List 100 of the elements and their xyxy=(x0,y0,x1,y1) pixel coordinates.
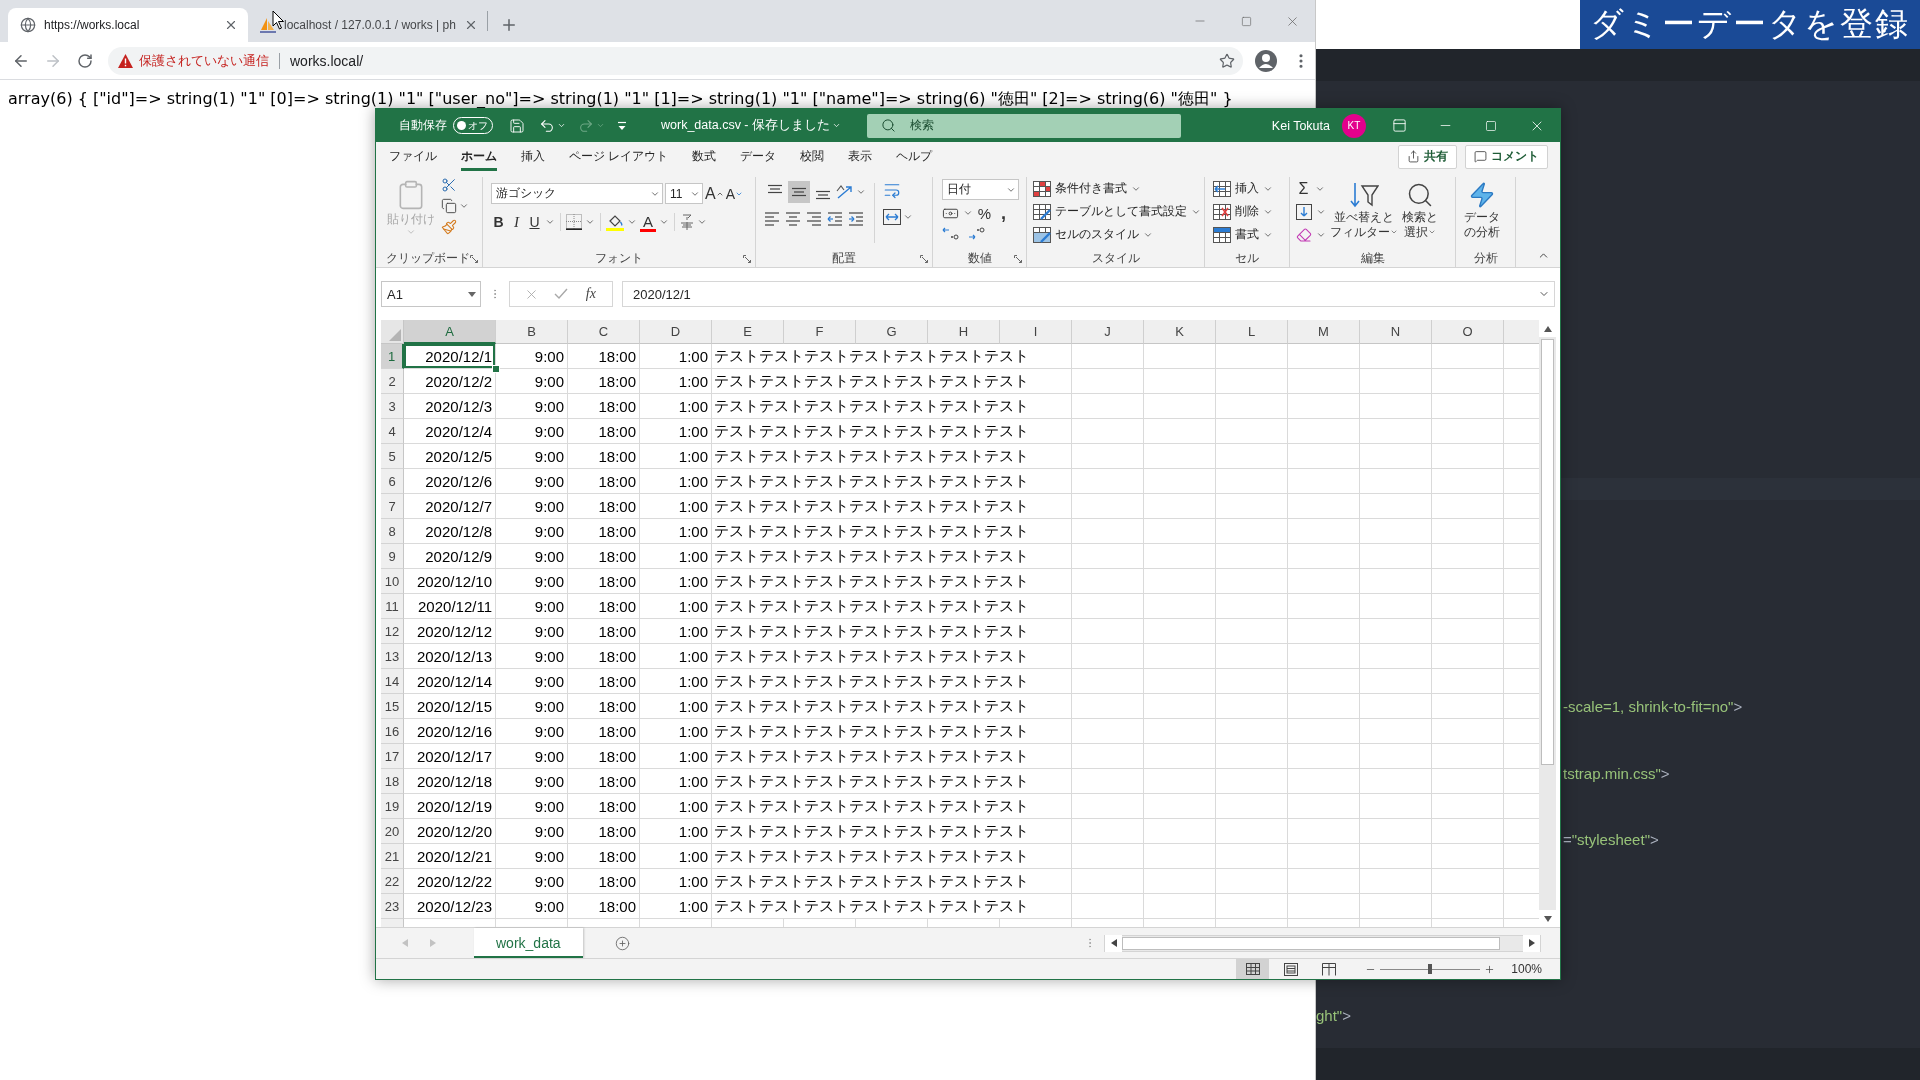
save-icon[interactable] xyxy=(509,117,525,134)
row-header[interactable]: 2 xyxy=(381,369,404,394)
check-icon[interactable] xyxy=(554,288,568,300)
borders-icon[interactable] xyxy=(566,214,582,230)
indent-decrease-icon[interactable] xyxy=(827,211,843,227)
add-sheet-icon[interactable] xyxy=(614,935,630,951)
horizontal-scrollbar[interactable] xyxy=(1104,934,1541,952)
align-left-icon[interactable] xyxy=(764,211,780,227)
row-header[interactable]: 16 xyxy=(381,719,404,744)
highlighted-grid-icon[interactable] xyxy=(1033,180,1051,197)
dialog-launcher-icon[interactable] xyxy=(1014,255,1022,263)
scroll-down-icon[interactable] xyxy=(1543,915,1552,922)
row-header[interactable]: 4 xyxy=(381,419,404,444)
row-header[interactable]: 9 xyxy=(381,544,404,569)
caret-icon[interactable] xyxy=(1428,228,1436,236)
funnel-arrow-icon[interactable] xyxy=(1349,181,1379,209)
search-field[interactable]: 検索 xyxy=(867,113,1181,138)
font-name-select[interactable]: 游ゴシック xyxy=(491,183,663,204)
browser-tab[interactable]: https://works.local xyxy=(8,8,248,42)
font-color-button[interactable]: A xyxy=(640,212,656,232)
address-bar[interactable]: 保護されていない通信 works.local/ xyxy=(108,46,1243,75)
lightning-icon[interactable] xyxy=(1468,181,1496,209)
zoom-slider-thumb[interactable] xyxy=(1428,964,1433,974)
column-header[interactable]: A xyxy=(404,320,496,344)
close-icon[interactable] xyxy=(464,18,478,32)
ribbon-tab[interactable]: 表示 xyxy=(848,142,873,171)
eraser-icon[interactable] xyxy=(1296,226,1312,243)
shrink-font-button[interactable]: A xyxy=(725,183,743,204)
number-format-select[interactable]: 日付 xyxy=(942,179,1019,200)
ribbon-tab[interactable]: ページ レイアウト xyxy=(569,142,669,171)
ribbon-display-icon[interactable] xyxy=(1391,118,1407,133)
caret-icon[interactable] xyxy=(963,208,973,218)
font-size-select[interactable]: 11 xyxy=(665,183,703,204)
caret-icon[interactable] xyxy=(468,291,476,297)
column-header[interactable]: J xyxy=(1072,320,1144,344)
wrap-text-icon[interactable] xyxy=(883,181,901,199)
caret-icon[interactable] xyxy=(627,217,637,227)
ribbon-tab[interactable]: データ xyxy=(740,142,777,171)
phonetic-guide-icon[interactable] xyxy=(680,214,694,230)
row-header[interactable]: 6 xyxy=(381,469,404,494)
indent-increase-icon[interactable] xyxy=(848,211,864,227)
caret-icon[interactable] xyxy=(697,217,707,227)
user-avatar[interactable]: KT xyxy=(1342,113,1366,138)
column-header[interactable]: I xyxy=(1000,320,1072,344)
scrollbar-thumb[interactable] xyxy=(1122,936,1500,950)
name-box[interactable]: A1 xyxy=(381,281,481,307)
search-icon[interactable] xyxy=(1406,181,1434,209)
grid-icon[interactable] xyxy=(1213,226,1231,243)
formula-field[interactable]: 2020/12/1 xyxy=(622,281,1555,307)
row-header[interactable]: 10 xyxy=(381,569,404,594)
ribbon-tab[interactable]: 数式 xyxy=(692,142,717,171)
zoom-in-icon[interactable] xyxy=(1484,963,1496,975)
column-header[interactable]: F xyxy=(784,320,856,344)
find-select-button[interactable]: 検索と 選択 xyxy=(1402,177,1438,239)
grid-icon[interactable] xyxy=(1245,963,1260,975)
decimal-increase-icon[interactable] xyxy=(942,226,960,240)
reload-icon[interactable] xyxy=(77,52,93,69)
cells-menu-button[interactable]: 書式 xyxy=(1213,223,1273,246)
style-menu-button[interactable]: 条件付き書式 xyxy=(1033,177,1141,200)
shaded-grid-icon[interactable] xyxy=(1033,226,1051,243)
share-icon[interactable] xyxy=(1407,150,1420,163)
paintbrush-icon[interactable] xyxy=(441,219,457,235)
italic-button[interactable]: I xyxy=(509,212,524,232)
bold-button[interactable]: B xyxy=(491,212,506,232)
caret-icon[interactable] xyxy=(659,217,669,227)
row-header[interactable]: 21 xyxy=(381,844,404,869)
row-header[interactable]: 19 xyxy=(381,794,404,819)
page-layout-icon[interactable] xyxy=(1283,962,1298,976)
caret-icon[interactable] xyxy=(585,217,595,227)
column-header[interactable]: M xyxy=(1288,320,1360,344)
column-header[interactable]: N xyxy=(1360,320,1432,344)
customize-icon[interactable] xyxy=(617,120,627,131)
comment-icon[interactable] xyxy=(1474,150,1487,163)
comma-style-button[interactable]: , xyxy=(996,203,1011,223)
grid-cross-icon[interactable] xyxy=(1213,203,1231,220)
paint-bucket-icon[interactable] xyxy=(606,213,624,231)
column-header[interactable]: O xyxy=(1432,320,1504,344)
caret-icon[interactable] xyxy=(557,121,566,130)
dialog-launcher-icon[interactable] xyxy=(743,255,751,263)
align-center-icon[interactable] xyxy=(785,211,801,227)
row-header[interactable]: 15 xyxy=(381,694,404,719)
percent-button[interactable]: % xyxy=(977,203,992,223)
row-header[interactable]: 13 xyxy=(381,644,404,669)
dialog-launcher-icon[interactable] xyxy=(470,255,478,263)
row-header[interactable]: 3 xyxy=(381,394,404,419)
row-header[interactable]: 1 xyxy=(381,344,404,369)
row-header[interactable]: 23 xyxy=(381,894,404,919)
sort-filter-button[interactable]: 並べ替えと フィルター xyxy=(1330,177,1398,239)
caret-icon[interactable] xyxy=(459,201,469,211)
dialog-launcher-icon[interactable] xyxy=(920,255,928,263)
align-right-icon[interactable] xyxy=(806,211,822,227)
column-header[interactable]: B xyxy=(496,320,568,344)
comment-button[interactable]: コメント xyxy=(1465,144,1548,169)
row-header[interactable]: 22 xyxy=(381,869,404,894)
share-button[interactable]: 共有 xyxy=(1398,144,1457,169)
search-icon[interactable] xyxy=(881,118,896,133)
row-header[interactable]: 7 xyxy=(381,494,404,519)
page-break-icon[interactable] xyxy=(1321,962,1336,976)
profile-icon[interactable] xyxy=(1255,49,1277,72)
row-header[interactable]: 20 xyxy=(381,819,404,844)
